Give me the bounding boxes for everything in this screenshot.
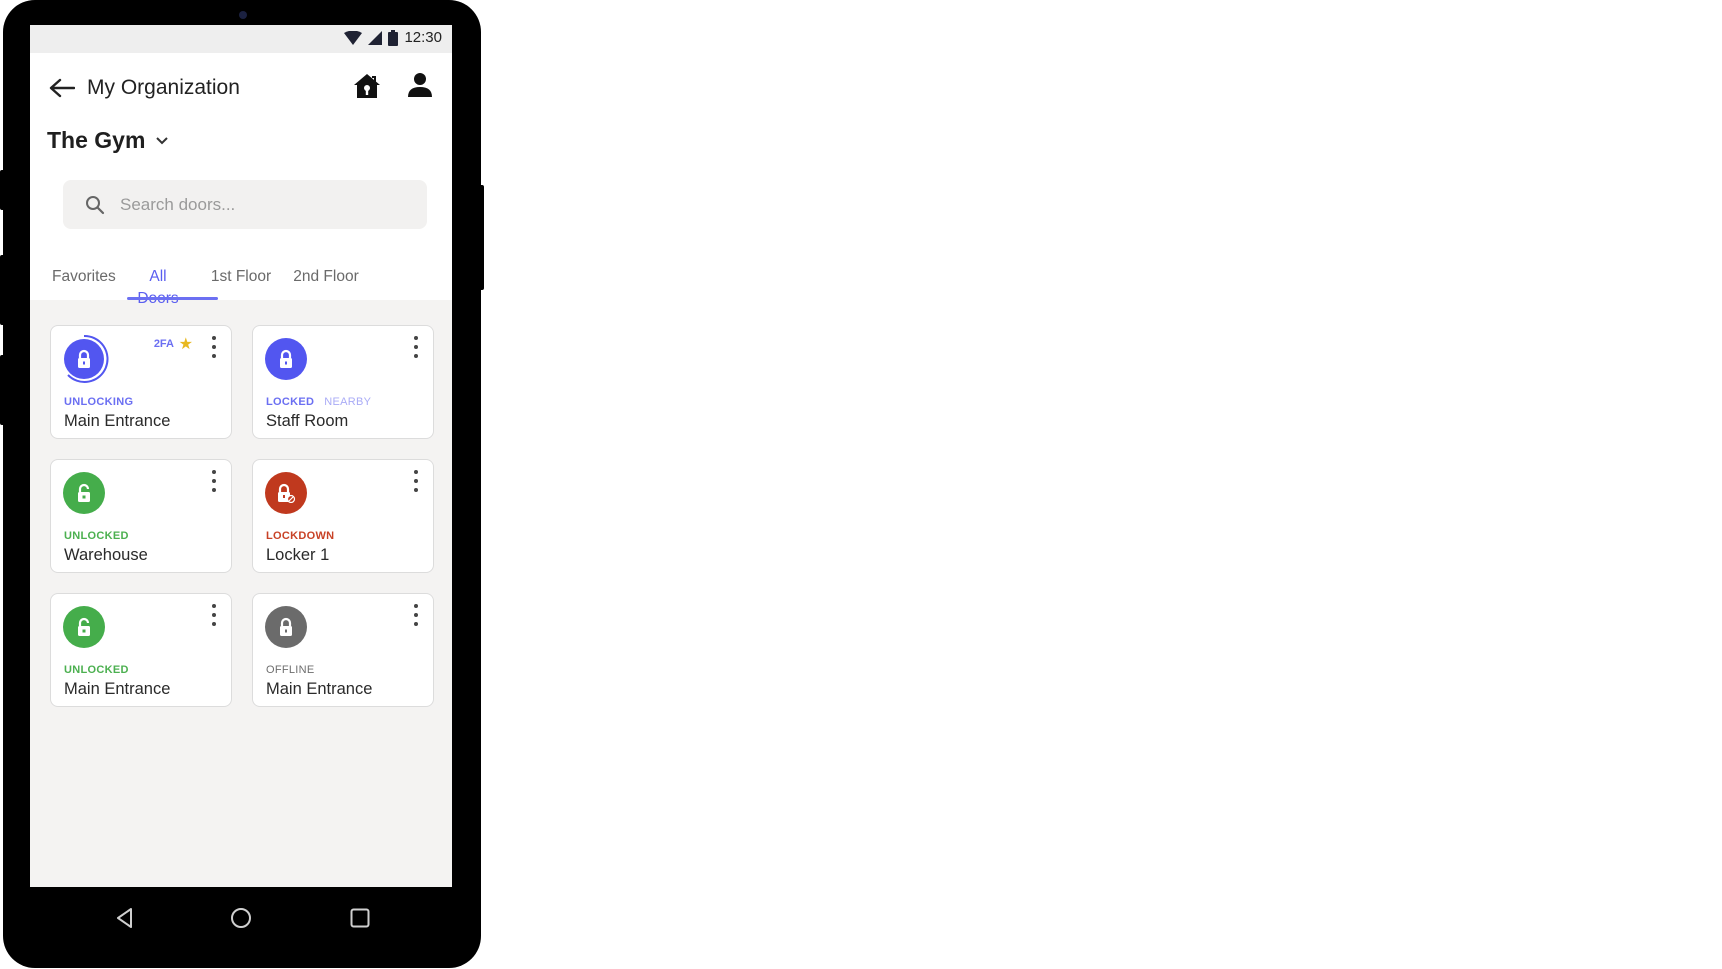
app-header: My Organization The Gym Favorites xyxy=(30,53,452,307)
lock-blocked-icon xyxy=(278,483,296,503)
nav-back-icon xyxy=(117,908,132,928)
lock-icon xyxy=(280,349,292,368)
lock-status-circle xyxy=(265,606,307,648)
nav-recents-icon xyxy=(350,908,370,928)
more-options-button[interactable] xyxy=(411,604,421,626)
lock-status-circle xyxy=(63,606,105,648)
home-button[interactable] xyxy=(352,71,382,101)
door-status: LOCKED xyxy=(266,396,315,408)
door-card[interactable]: UNLOCKED Main Entrance xyxy=(50,593,232,707)
lock-open-icon xyxy=(78,483,90,502)
door-status: OFFLINE xyxy=(266,664,315,676)
door-card[interactable]: UNLOCKED Warehouse xyxy=(50,459,232,573)
search-icon xyxy=(86,195,105,214)
profile-button[interactable] xyxy=(406,71,434,101)
2fa-badge: 2FA xyxy=(153,338,174,350)
android-nav-bar xyxy=(30,887,452,947)
door-status: UNLOCKED xyxy=(64,664,129,676)
person-icon xyxy=(408,73,432,97)
lock-status-circle xyxy=(265,472,307,514)
nav-back-button[interactable] xyxy=(110,903,140,933)
more-options-button[interactable] xyxy=(209,470,219,492)
door-name: Locker 1 xyxy=(266,546,330,564)
door-card[interactable]: 2FA ★ UNLOCKING Main Entrance xyxy=(50,325,232,439)
more-options-button[interactable] xyxy=(411,470,421,492)
door-tabs: Favorites All Doors 1st Floor 2nd Floor xyxy=(30,266,452,307)
active-tab-indicator xyxy=(127,297,218,300)
lock-status-circle xyxy=(265,338,307,380)
volume-button xyxy=(0,255,6,325)
side-button xyxy=(0,170,6,210)
power-button xyxy=(478,185,484,290)
nav-home-icon xyxy=(231,908,251,928)
tab-all-doors[interactable]: All Doors xyxy=(127,266,189,307)
status-time: 12:30 xyxy=(404,29,442,46)
tab-favorites[interactable]: Favorites xyxy=(52,266,116,300)
status-bar: 12:30 xyxy=(30,25,452,53)
home-lock-icon xyxy=(354,74,380,98)
battery-icon xyxy=(388,29,399,46)
lock-status-circle xyxy=(63,472,105,514)
door-status: UNLOCKING xyxy=(64,396,134,408)
wifi-icon xyxy=(344,30,363,45)
cell-signal-icon xyxy=(368,30,383,45)
door-status: UNLOCKED xyxy=(64,530,129,542)
door-name: Warehouse xyxy=(64,546,148,564)
lock-status-circle xyxy=(64,339,104,379)
favorite-star-icon[interactable]: ★ xyxy=(179,334,193,354)
door-name: Main Entrance xyxy=(64,680,171,698)
more-options-button[interactable] xyxy=(209,604,219,626)
search-input[interactable] xyxy=(120,194,410,215)
door-name: Staff Room xyxy=(266,412,349,430)
door-name: Main Entrance xyxy=(266,680,373,698)
page-title: My Organization xyxy=(87,76,240,99)
nearby-tag: NEARBY xyxy=(324,396,372,408)
more-options-button[interactable] xyxy=(411,336,421,358)
tab-2nd-floor[interactable]: 2nd Floor xyxy=(292,266,360,300)
site-selector[interactable]: The Gym xyxy=(47,127,169,154)
tab-1st-floor[interactable]: 1st Floor xyxy=(210,266,272,300)
door-card[interactable]: OFFLINE Main Entrance xyxy=(252,593,434,707)
door-status: LOCKDOWN xyxy=(266,530,335,542)
app-screen: 12:30 My Organization The Gym Search doo… xyxy=(30,25,452,887)
nav-home-button[interactable] xyxy=(226,903,256,933)
volume-button xyxy=(0,355,6,425)
door-card[interactable]: LOCKED NEARBY Staff Room xyxy=(252,325,434,439)
camera xyxy=(239,11,247,19)
nav-recents-button[interactable] xyxy=(345,903,375,933)
search-bar xyxy=(63,180,427,229)
site-name: The Gym xyxy=(47,127,146,153)
more-options-button[interactable] xyxy=(209,336,219,358)
lock-icon xyxy=(78,349,90,368)
arrow-left-icon xyxy=(49,78,75,98)
lock-open-icon xyxy=(78,617,90,636)
back-button[interactable] xyxy=(48,75,76,101)
door-name: Main Entrance xyxy=(64,412,171,430)
lock-icon xyxy=(280,617,292,636)
door-card[interactable]: LOCKDOWN Locker 1 xyxy=(252,459,434,573)
chevron-down-icon xyxy=(156,136,169,144)
